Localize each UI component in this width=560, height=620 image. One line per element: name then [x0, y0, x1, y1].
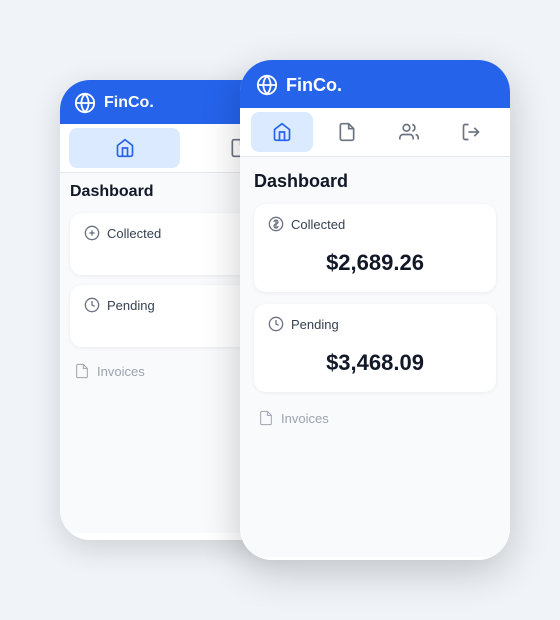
nav-tab-logout-front[interactable]: [440, 108, 502, 156]
dollar-icon-back: [84, 225, 100, 241]
home-icon-front: [272, 122, 292, 142]
invoices-row: Invoices: [254, 404, 496, 432]
globe-icon-front: [256, 74, 278, 96]
documents-icon-front: [337, 122, 357, 142]
home-icon-back: [115, 138, 135, 158]
pending-label-row: Pending: [268, 316, 482, 332]
front-content: Dashboard Collected $2,689.26 Pending $3…: [240, 157, 510, 557]
logout-icon-front: [461, 122, 481, 142]
invoices-icon-front: [258, 410, 274, 426]
collected-label-row: Collected: [268, 216, 482, 232]
globe-icon-back: [74, 92, 96, 114]
pending-value: $3,468.09: [268, 342, 482, 380]
nav-tab-home-front[interactable]: [251, 112, 313, 152]
pending-card: Pending $3,468.09: [254, 304, 496, 392]
invoices-icon-back: [74, 363, 90, 379]
collected-card: Collected $2,689.26: [254, 204, 496, 292]
front-nav: [240, 108, 510, 157]
clock-icon-back: [84, 297, 100, 313]
nav-tab-home-back[interactable]: [69, 128, 180, 168]
clock-icon-front: [268, 316, 284, 332]
users-icon-front: [399, 122, 419, 142]
invoices-label-text: Invoices: [281, 411, 329, 426]
app-name-front: FinCo.: [286, 75, 342, 96]
collected-label-text: Collected: [291, 217, 345, 232]
pending-label-text: Pending: [291, 317, 339, 332]
nav-tab-users-front[interactable]: [378, 108, 440, 156]
front-header: FinCo.: [240, 60, 510, 108]
collected-value: $2,689.26: [268, 242, 482, 280]
front-page-title: Dashboard: [254, 171, 496, 192]
nav-tab-docs-front[interactable]: [316, 108, 378, 156]
phone-front: FinCo. Dashboard: [240, 60, 510, 560]
app-name-back: FinCo.: [104, 94, 154, 112]
dollar-circle-icon: [268, 216, 284, 232]
